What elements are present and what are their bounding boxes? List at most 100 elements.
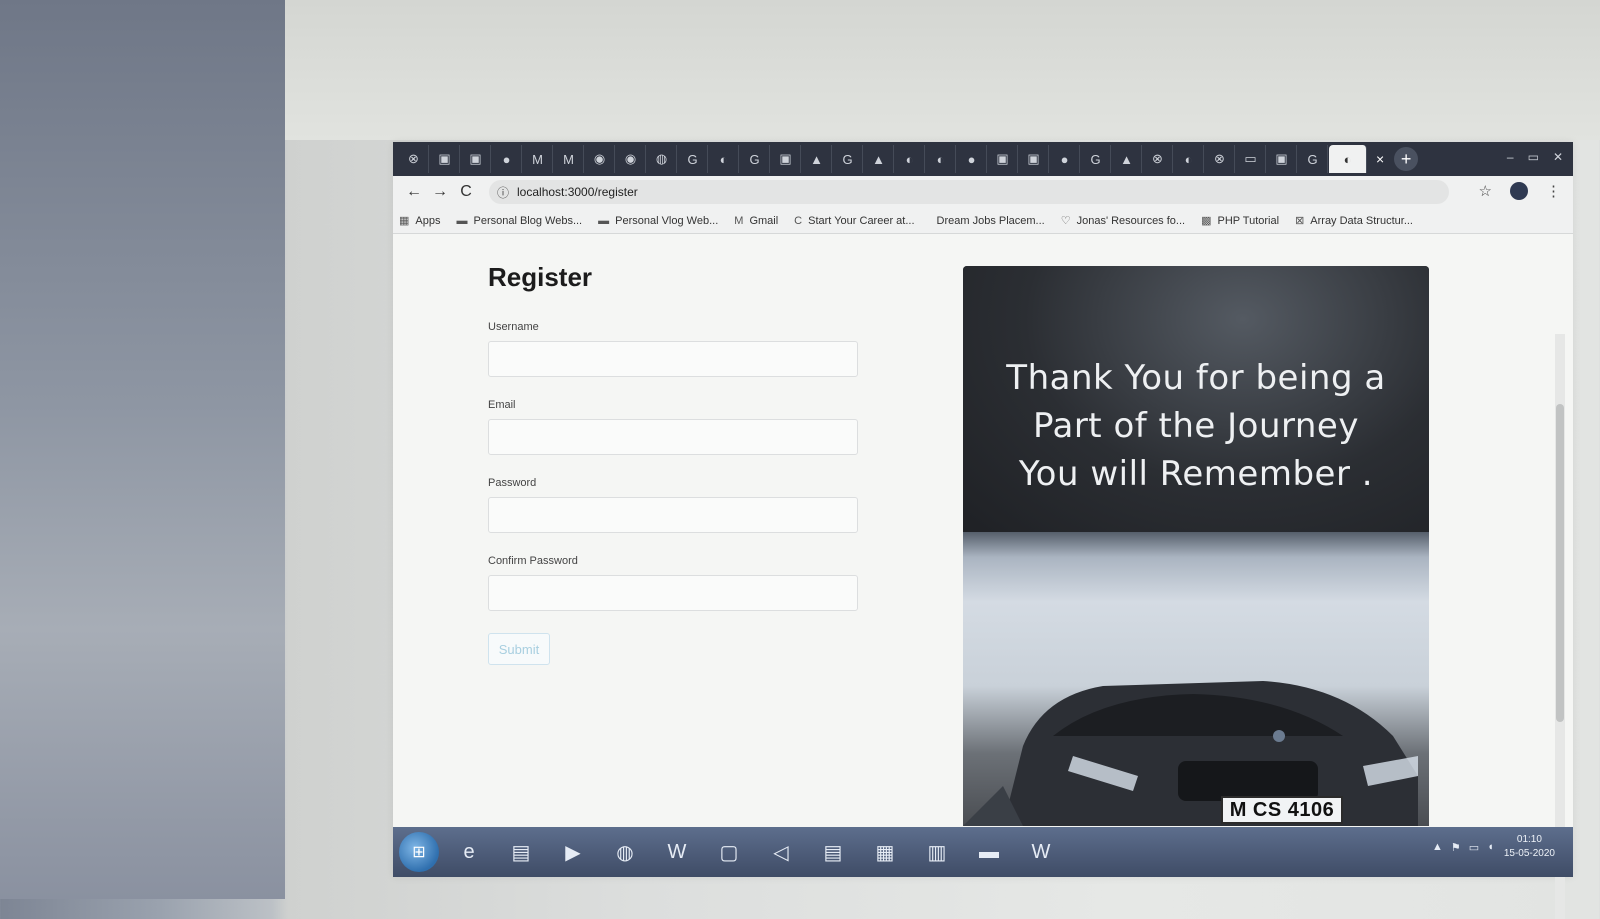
password-input[interactable] (488, 497, 858, 533)
browser-tab[interactable]: ▭ (1236, 145, 1266, 173)
browser-tab[interactable]: ● (492, 145, 522, 173)
bookmark-favicon-icon: C (794, 214, 803, 227)
new-tab-button[interactable]: + (1394, 147, 1419, 171)
maximize-button[interactable]: ▭ (1528, 150, 1539, 164)
browser-tab[interactable]: G (678, 145, 708, 173)
taskbar-app-icon[interactable]: W (655, 832, 699, 872)
browser-tab[interactable]: ▲ (864, 145, 894, 173)
taskbar-app-icon[interactable]: ▶ (551, 832, 595, 872)
browser-tab[interactable]: ▣ (1019, 145, 1049, 173)
browser-tab[interactable]: ▣ (771, 145, 801, 173)
forward-button[interactable]: → (427, 183, 453, 201)
taskbar-app-icon[interactable]: ▢ (707, 832, 751, 872)
username-label: Username (488, 321, 539, 333)
confirm-password-input[interactable] (488, 575, 858, 611)
bookmark-item[interactable]: Dream Jobs Placem... (931, 215, 1045, 227)
bookmark-label: Start Your Career at... (808, 214, 915, 227)
browser-tab[interactable]: ▣ (1267, 145, 1297, 173)
browser-tab[interactable]: ● (957, 145, 987, 173)
browser-tab[interactable]: ▲ (802, 145, 832, 173)
password-field-group: Password (488, 477, 860, 533)
browser-tab[interactable]: ● (1050, 145, 1080, 173)
minimize-button[interactable]: – (1507, 150, 1514, 164)
browser-tab[interactable]: ◍ (647, 145, 677, 173)
start-button[interactable]: ⊞ (399, 832, 439, 872)
browser-tab[interactable]: ▣ (430, 145, 460, 173)
browser-tab[interactable]: ◐ (1329, 145, 1367, 173)
bookmark-label: PHP Tutorial (1217, 214, 1280, 227)
browser-tab[interactable]: G (1081, 145, 1111, 173)
browser-tab[interactable]: ▲ (1112, 145, 1142, 173)
url-text[interactable]: localhost:3000/register (517, 185, 638, 199)
bookmark-favicon-icon: M (734, 214, 744, 227)
bookmark-label: Personal Blog Webs... (473, 214, 583, 227)
back-button[interactable]: ← (401, 183, 427, 201)
clock-date: 15-05-2020 (1503, 848, 1555, 859)
taskbar-app-icon[interactable]: ▬ (967, 832, 1011, 872)
tray-icon[interactable]: ◖ (1487, 841, 1494, 854)
browser-tab[interactable]: ◉ (616, 145, 646, 173)
username-input[interactable] (488, 341, 858, 377)
bookmark-label: Array Data Structur... (1310, 214, 1413, 227)
email-input[interactable] (488, 419, 858, 455)
taskbar-app-icon[interactable]: ◍ (603, 832, 647, 872)
bookmark-favicon-icon: ▩ (1201, 215, 1212, 227)
bookmark-star-icon[interactable]: ☆ (1479, 182, 1492, 200)
browser-tab[interactable]: G (833, 145, 863, 173)
bookmark-label: Jonas' Resources fo... (1076, 214, 1186, 227)
browser-tab[interactable]: ▣ (988, 145, 1018, 173)
browser-tab[interactable]: ◐ (895, 145, 925, 173)
browser-tab[interactable]: G (1298, 145, 1328, 173)
browser-tab[interactable]: ◐ (926, 145, 956, 173)
taskbar-app-icon[interactable]: ▤ (499, 832, 543, 872)
scrollbar-thumb[interactable] (1556, 404, 1564, 722)
browser-tab[interactable]: ⊗ (399, 145, 429, 173)
browser-tab[interactable]: G (740, 145, 770, 173)
browser-toolbar: ← → C ⓘ localhost:3000/register ☆ ⋮ (393, 176, 1573, 208)
reload-button[interactable]: C (453, 183, 479, 201)
taskbar-app-icon[interactable]: e (447, 832, 491, 872)
browser-tab[interactable]: ⊗ (1143, 145, 1173, 173)
taskbar-app-icon[interactable]: ◁ (759, 832, 803, 872)
browser-tab[interactable]: M (523, 145, 553, 173)
profile-avatar[interactable] (1510, 182, 1528, 200)
site-info-icon[interactable]: ⓘ (497, 184, 509, 201)
menu-icon[interactable]: ⋮ (1546, 182, 1561, 200)
browser-tab[interactable]: ▣ (461, 145, 491, 173)
browser-tab[interactable]: M (554, 145, 584, 173)
tray-icon[interactable]: ⚑ (1451, 841, 1461, 854)
bookmark-item[interactable]: ▬ Personal Vlog Web... (598, 215, 718, 227)
clock-time: 01:10 (1516, 834, 1542, 845)
tray-icon[interactable]: ▲ (1432, 841, 1443, 854)
bookmark-item[interactable]: ♡ Jonas' Resources fo... (1061, 214, 1186, 228)
bookmark-item[interactable]: ▦ Apps (399, 214, 440, 228)
register-form: Register Username Email Password Confirm… (488, 262, 860, 665)
taskbar-app-icon[interactable]: ▦ (863, 832, 907, 872)
page-title: Register (488, 262, 593, 292)
confirm-password-label: Confirm Password (488, 555, 578, 567)
bookmark-item[interactable]: ⊠ Array Data Structur... (1295, 214, 1413, 228)
page-content: Register Username Email Password Confirm… (393, 234, 1573, 919)
submit-button[interactable]: Submit (488, 633, 550, 665)
bookmark-item[interactable]: ▩ PHP Tutorial (1201, 214, 1280, 228)
bookmark-item[interactable]: M Gmail (734, 215, 778, 227)
close-tab-icon[interactable]: × (1376, 151, 1384, 167)
browser-tab[interactable]: ◐ (709, 145, 739, 173)
bookmark-item[interactable]: ▬ Personal Blog Webs... (456, 215, 582, 227)
monitor-top (285, 0, 1600, 140)
taskbar-app-icon[interactable]: ▥ (915, 832, 959, 872)
browser-tab[interactable]: ◉ (585, 145, 615, 173)
bookmarks-bar: ▦ Apps ▬ Personal Blog Webs... ▬ Personal Vlo… (393, 208, 1573, 234)
bookmark-item[interactable]: C Start Your Career at... (794, 215, 914, 227)
taskbar-app-icon[interactable]: ▤ (811, 832, 855, 872)
browser-tab[interactable]: ◐ (1174, 145, 1204, 173)
hero-line-3: You will Remember . (1018, 454, 1374, 494)
clock[interactable]: 01:10 15-05-2020 (1504, 833, 1555, 861)
taskbar-app-icon[interactable]: W (1019, 832, 1063, 872)
tray-icons: ▲ ⚑ ▭ ◖ (1432, 841, 1494, 854)
address-bar[interactable]: ⓘ localhost:3000/register (489, 180, 1449, 204)
car-illustration (963, 681, 1418, 826)
tray-icon[interactable]: ▭ (1469, 841, 1479, 854)
close-window-button[interactable]: ✕ (1553, 150, 1563, 164)
browser-tab[interactable]: ⊗ (1205, 145, 1235, 173)
